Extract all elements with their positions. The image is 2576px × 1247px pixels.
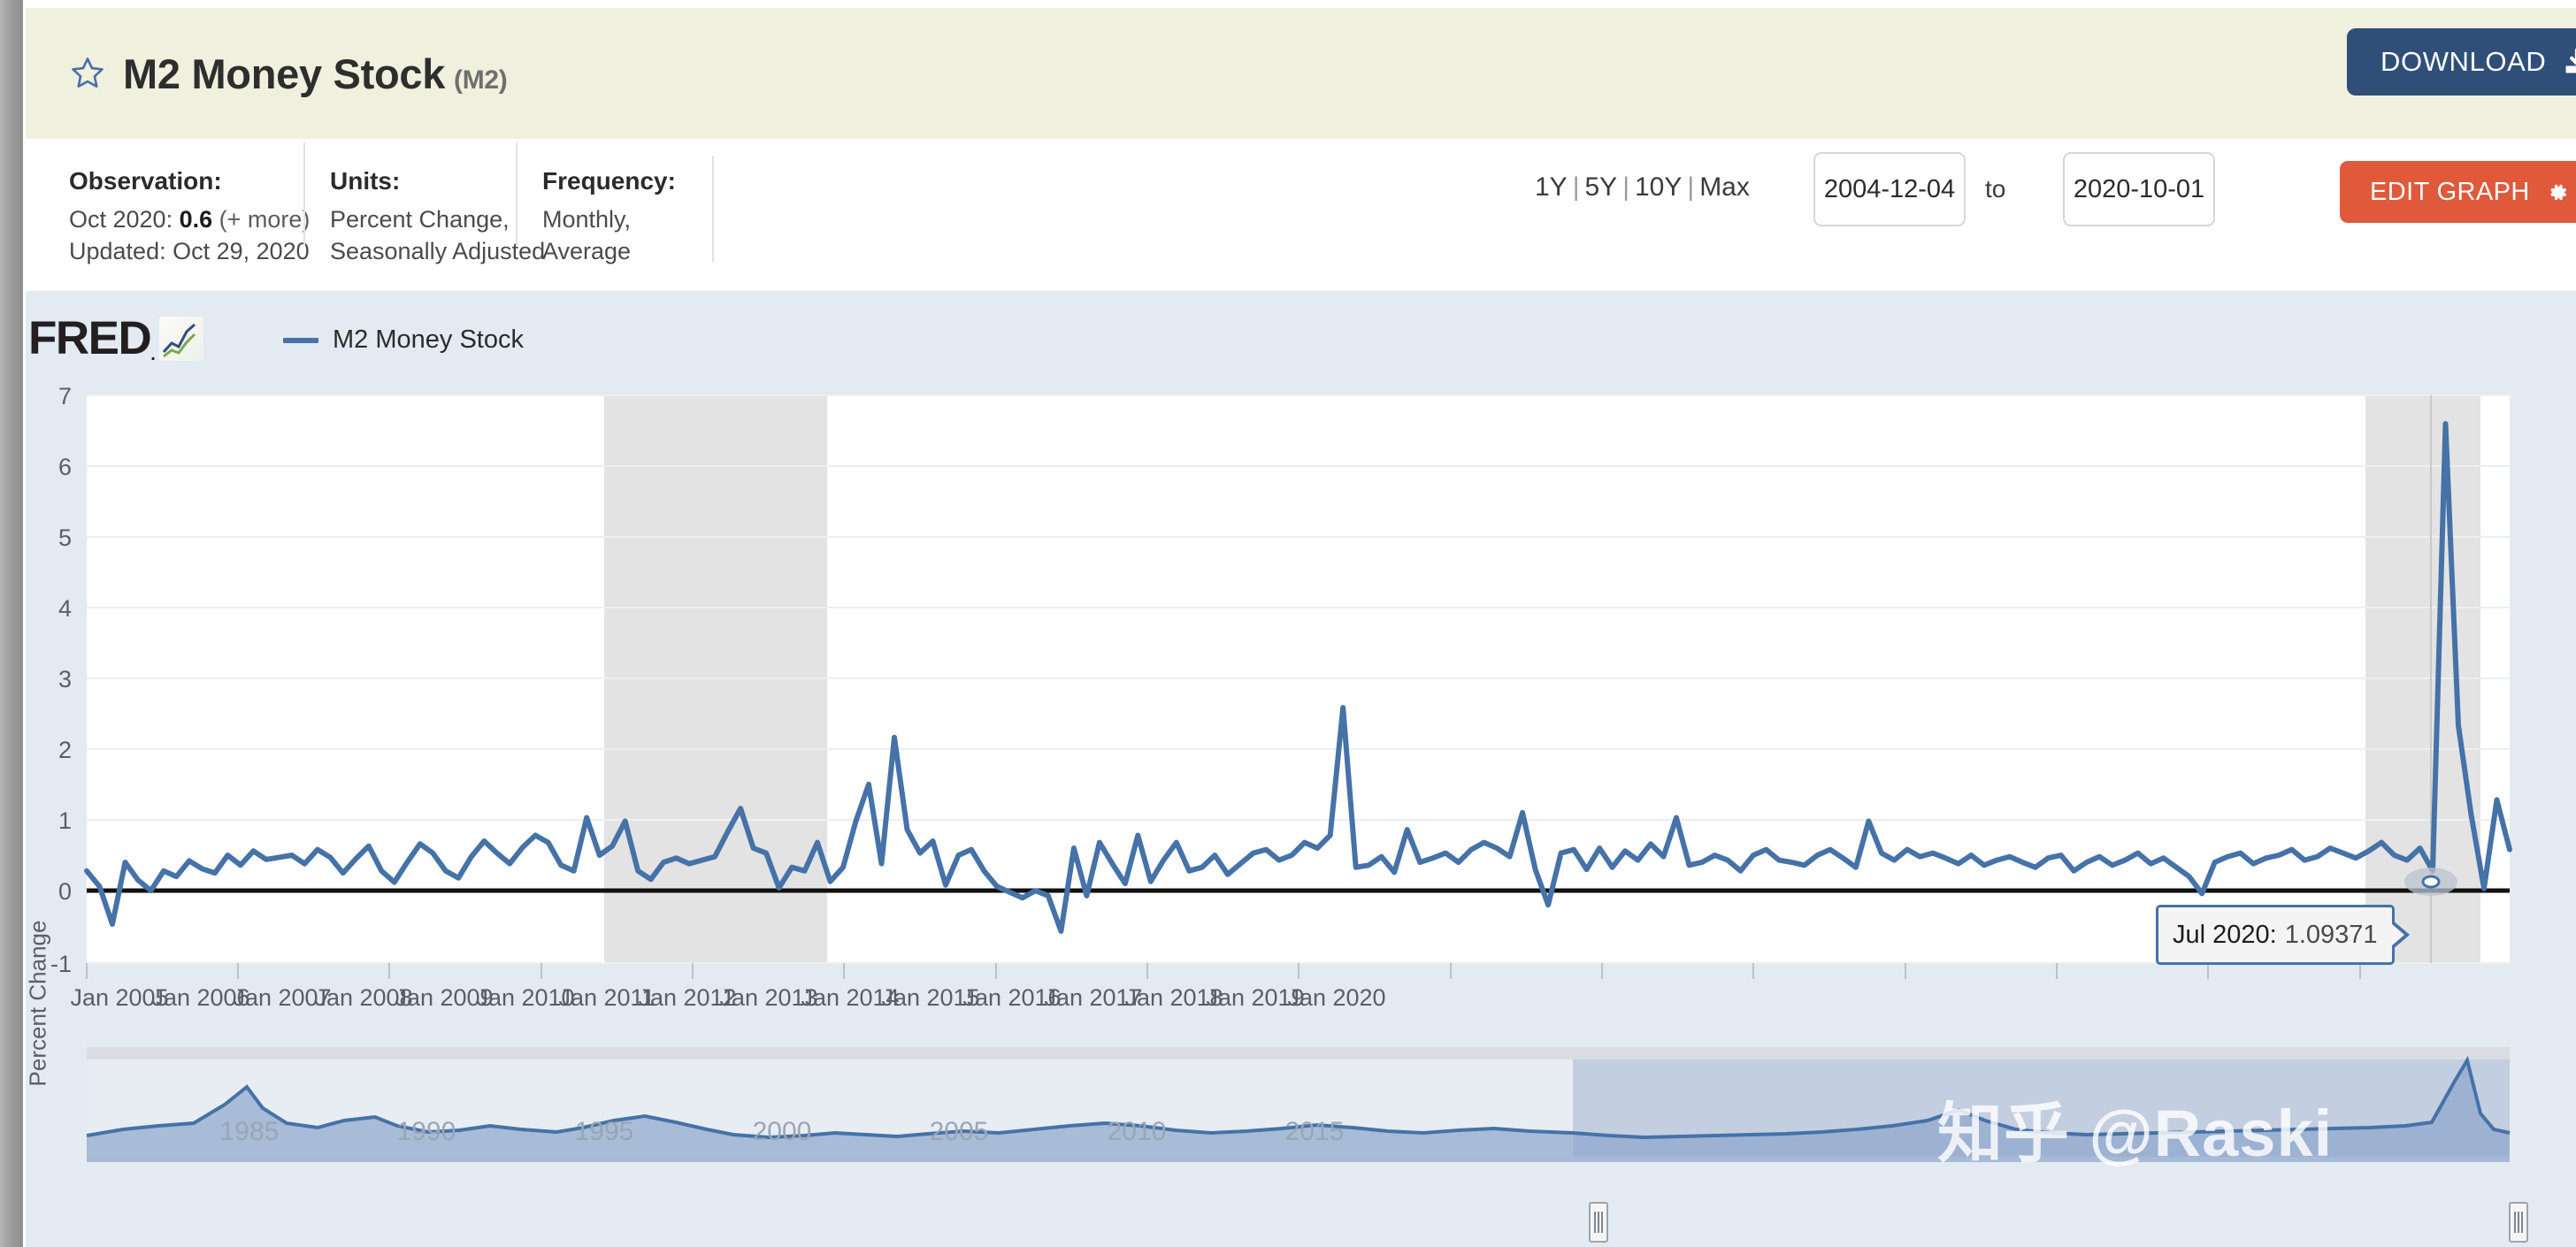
x-tick-marks [86, 963, 2361, 979]
units-line-1: Percent Change, [330, 206, 510, 233]
scrollbar-gutter[interactable] [0, 0, 23, 1247]
window-left-edge [0, 0, 23, 1247]
units-block: Units: Percent Change, Seasonally Adjust… [303, 142, 545, 264]
navigator-right-handle[interactable] [2509, 1202, 2528, 1243]
download-button[interactable]: DOWNLOAD [2347, 28, 2576, 96]
svg-text:2010: 2010 [1108, 1117, 1167, 1146]
frequency-line-1: Monthly, [542, 206, 632, 233]
hover-point-marker [2421, 875, 2441, 889]
preset-max[interactable]: Max [1699, 172, 1750, 202]
units-label: Units: [330, 167, 401, 195]
navigator-left-handle[interactable] [1589, 1202, 1608, 1243]
svg-text:4: 4 [58, 595, 72, 622]
svg-text:1995: 1995 [575, 1117, 634, 1146]
svg-text:6: 6 [58, 454, 72, 480]
start-date-input[interactable] [1813, 152, 1966, 226]
download-button-label: DOWNLOAD [2380, 46, 2547, 77]
edit-graph-label: EDIT GRAPH [2370, 177, 2530, 206]
svg-text:2005: 2005 [930, 1117, 989, 1146]
preset-separator-1: | [1572, 172, 1580, 202]
units-line-2: Seasonally Adjusted [330, 237, 546, 264]
legend-color-swatch [283, 337, 318, 343]
observation-block: Observation: Oct 2020: 0.6 (+ more) Upda… [69, 142, 310, 264]
observation-date: Oct 2020: [69, 206, 180, 233]
svg-text:2000: 2000 [753, 1117, 812, 1146]
line-chart-icon [159, 316, 204, 361]
frequency-line-2: Average [542, 237, 632, 264]
fred-wordmark: FRED. [28, 312, 156, 364]
observation-label: Observation: [69, 167, 222, 195]
navigator: 1985 1990 1995 2000 2005 2010 2015 [86, 1047, 2511, 1162]
preset-separator-2: | [1622, 172, 1629, 202]
series-id: (M2) [454, 65, 508, 95]
y-axis-tick-labels: 7 6 5 4 3 2 1 0 -1 [50, 383, 72, 977]
range-preset-group: 1Y | 5Y | 10Y | Max [1535, 172, 1750, 203]
x-axis-tick-labels: Jan 2005 Jan 2006 Jan 2007 Jan 2008 Jan … [70, 984, 1385, 1011]
page-title-text: M2 Money Stock [123, 50, 446, 97]
svg-text:1: 1 [58, 807, 72, 834]
observation-value-row: Oct 2020: 0.6 (+ more) [69, 204, 310, 236]
chart-plot-area[interactable]: 7 6 5 4 3 2 1 0 -1 Jan 2005 Jan 2006 Jan… [26, 291, 2576, 1247]
observation-updated: Updated: Oct 29, 2020 [69, 237, 310, 264]
frequency-label: Frequency: [542, 167, 676, 195]
download-icon [2565, 48, 2576, 73]
preset-1y[interactable]: 1Y [1535, 172, 1568, 202]
edit-graph-button[interactable]: EDIT GRAPH [2340, 161, 2576, 223]
svg-text:2: 2 [58, 737, 72, 763]
title-band: M2 Money Stock (M2) [26, 8, 2576, 139]
chart-panel: 7 6 5 4 3 2 1 0 -1 Jan 2005 Jan 2006 Jan… [26, 291, 2576, 1247]
end-date-input[interactable] [2063, 152, 2215, 226]
observation-value: 0.6 [179, 206, 213, 233]
preset-5y[interactable]: 5Y [1585, 172, 1618, 202]
preset-10y[interactable]: 10Y [1635, 172, 1682, 202]
svg-text:2015: 2015 [1285, 1117, 1345, 1146]
navigator-track [87, 1047, 2510, 1060]
tooltip-value: 1.09371 [2284, 920, 2378, 949]
frequency-block: Frequency: Monthly, Average [516, 142, 697, 264]
svg-text:3: 3 [58, 666, 72, 692]
svg-text:1990: 1990 [397, 1117, 456, 1146]
star-outline-icon[interactable] [69, 55, 106, 92]
svg-text:-1: -1 [50, 951, 72, 977]
chart-legend[interactable]: M2 Money Stock [283, 325, 524, 355]
svg-text:7: 7 [58, 383, 72, 409]
svg-text:0: 0 [58, 878, 72, 905]
preset-separator-3: | [1687, 172, 1695, 202]
observation-more-link[interactable]: (+ more) [212, 206, 310, 233]
gear-icon [2550, 184, 2566, 200]
date-range-to-label: to [1985, 175, 2006, 203]
tooltip-date: Jul 2020: [2173, 920, 2277, 949]
svg-text:5: 5 [58, 524, 72, 551]
fred-logo[interactable]: FRED. [28, 311, 204, 365]
page-title: M2 Money Stock (M2) [123, 50, 508, 98]
fred-series-page: M2 Money Stock (M2) DOWNLOAD Observation:… [0, 0, 2576, 1247]
metadata-divider [712, 156, 714, 262]
legend-series-label: M2 Money Stock [333, 325, 524, 354]
svg-text:1985: 1985 [220, 1117, 280, 1146]
svg-text:Jan 2020: Jan 2020 [1287, 984, 1385, 1011]
chart-tooltip: Jul 2020: 1.09371 [2156, 905, 2410, 965]
